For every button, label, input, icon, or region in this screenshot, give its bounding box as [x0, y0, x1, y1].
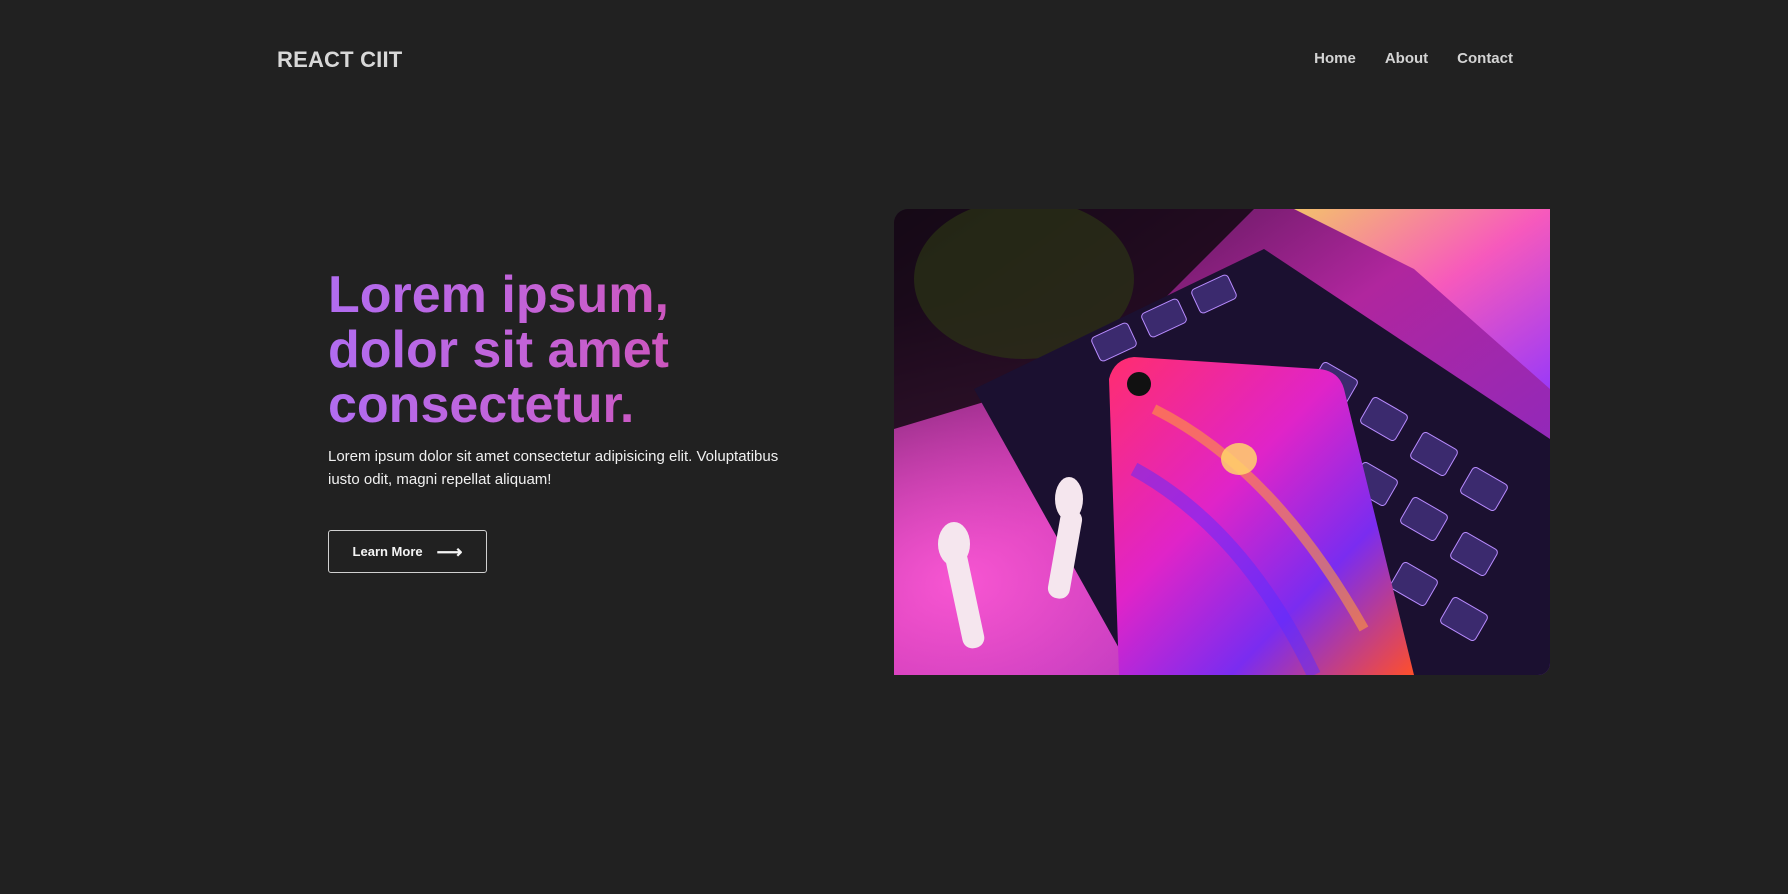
navbar: REACT CIIT Home About Contact [0, 0, 1788, 120]
learn-more-label: Learn More [352, 544, 423, 559]
nav-item-about: About [1385, 50, 1428, 68]
hero-title-line-1: Lorem ipsum, [328, 266, 669, 324]
nav-link-about[interactable]: About [1385, 50, 1428, 67]
arrow-right-icon: ⟶ [436, 541, 463, 562]
hero-title-line-3: consectetur. [328, 376, 635, 434]
nav-link-contact[interactable]: Contact [1457, 50, 1513, 67]
nav-link-home[interactable]: Home [1314, 50, 1356, 67]
nav-item-contact: Contact [1457, 50, 1513, 68]
hero-image [894, 209, 1550, 675]
hero-description: Lorem ipsum dolor sit amet consectetur a… [328, 448, 779, 488]
brand-logo[interactable]: REACT CIIT [277, 47, 402, 73]
hero-title-line-2: dolor sit amet [328, 321, 669, 379]
learn-more-button[interactable]: Learn More ⟶ [328, 530, 487, 573]
hero-title: Lorem ipsum, dolor sit amet consectetur. [328, 268, 798, 433]
nav-links: Home About Contact [1314, 50, 1513, 68]
hero-text: Lorem ipsum, dolor sit amet consectetur.… [328, 268, 798, 491]
nav-item-home: Home [1314, 50, 1356, 68]
